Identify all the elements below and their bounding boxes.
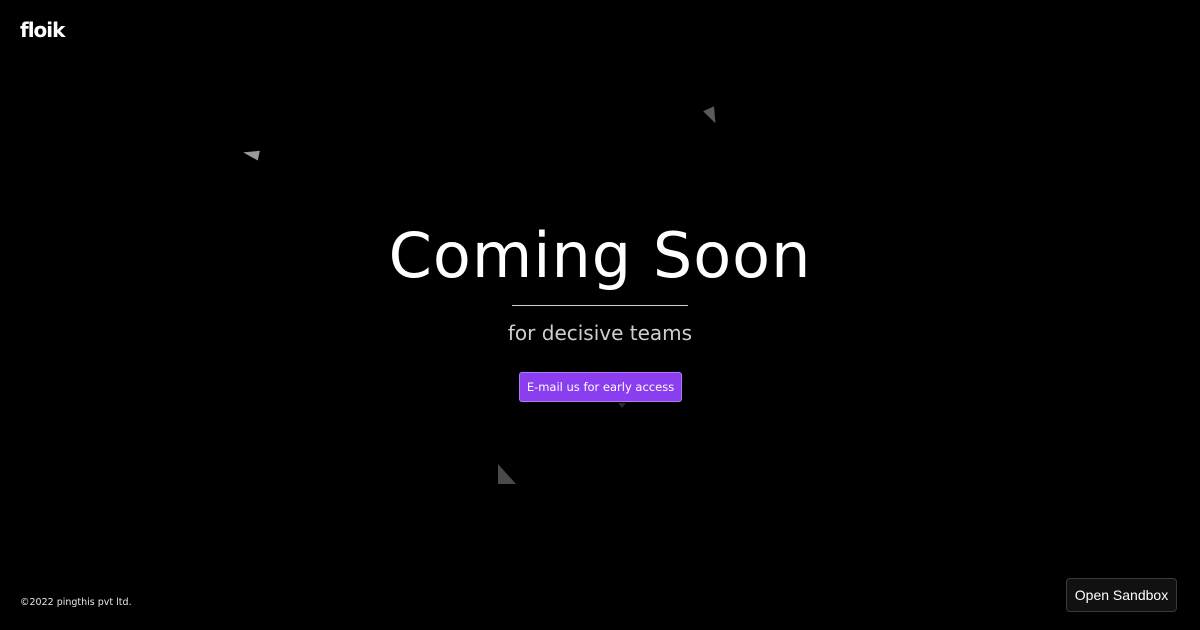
title-divider [512,305,688,306]
page-title: Coming Soon [388,219,812,292]
decorative-shard [703,106,721,126]
brand-logo[interactable]: floik [20,18,65,42]
copyright-text: ©2022 pingthis pvt ltd. [20,597,132,608]
decorative-shard [242,147,260,161]
open-sandbox-button[interactable]: Open Sandbox [1066,578,1177,612]
early-access-email-button[interactable]: E-mail us for early access [519,372,682,402]
tagline: for decisive teams [507,321,693,345]
decorative-shard [618,403,626,408]
decorative-shard [498,464,516,484]
